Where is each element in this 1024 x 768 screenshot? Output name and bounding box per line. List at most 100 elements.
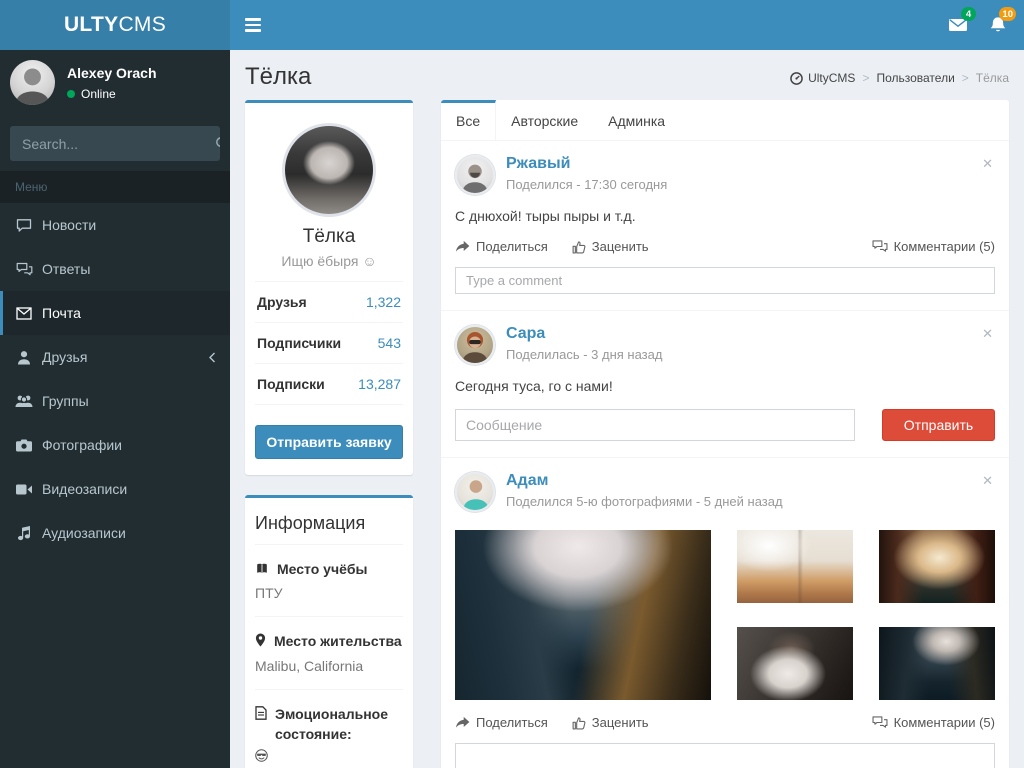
stats-label: Подписчики [257, 335, 341, 351]
video-camera-icon [15, 484, 33, 495]
send-button[interactable]: Отправить [882, 409, 995, 441]
thumbs-up-icon [572, 716, 586, 730]
sidebar-item-label: Почта [42, 305, 81, 321]
app-logo[interactable]: ULTYCMS [0, 0, 230, 50]
page-title: Тёлка [245, 65, 311, 89]
sidebar-search-form [10, 126, 220, 161]
breadcrumb-home[interactable]: UltyCMS [790, 71, 855, 85]
comment-input[interactable] [455, 743, 995, 768]
photo-thumbnail-street-dark[interactable] [879, 627, 995, 700]
info-label-text: Эмоциональное состояние: [275, 704, 403, 745]
profile-card: Тёлка Ищю ёбыря ☺ Друзья 1,322 Подписчик… [245, 100, 413, 475]
close-icon[interactable]: ✕ [980, 155, 995, 172]
tab-admin[interactable]: Админка [593, 100, 680, 140]
stats-label: Друзья [257, 294, 307, 310]
search-button[interactable] [215, 126, 220, 161]
tab-authored[interactable]: Авторские [496, 100, 593, 140]
photo-thumbnail-canal[interactable] [879, 530, 995, 603]
sidebar-user-panel: Alexey Orach Online [0, 50, 230, 116]
user-avatar-image [10, 60, 55, 105]
sidebar-item-audio[interactable]: Аудиозаписи [0, 511, 230, 555]
post-meta: Поделился 5-ю фотографиями - 5 дней наза… [506, 494, 783, 509]
post-author-avatar[interactable] [455, 325, 495, 365]
notifications-badge: 10 [999, 7, 1016, 21]
profile-stats: Друзья 1,322 Подписчики 543 Подписки 13,… [255, 281, 403, 405]
photo-grid [455, 530, 995, 700]
user-status[interactable]: Online [67, 87, 157, 101]
comments-action[interactable]: Комментарии (5) [872, 715, 995, 730]
post-header: Сара Поделилась - 3 дня назад ✕ [455, 325, 995, 365]
feed-column: Все Авторские Админка Ржавый Подели [441, 100, 1009, 768]
post-text: С днюхой! тыры пыры и т.д. [455, 208, 995, 224]
online-status-dot [67, 90, 75, 98]
main-header: ULTYCMS 4 10 [0, 0, 1024, 50]
info-value: ПТУ [255, 585, 403, 601]
like-label: Заценить [592, 715, 649, 730]
share-label: Поделиться [476, 715, 548, 730]
sidebar: Alexey Orach Online Меню Новости Ответы [0, 50, 230, 768]
sidebar-item-label: Ответы [42, 261, 90, 277]
sidebar-item-mail[interactable]: Почта [0, 291, 230, 335]
top-navbar: 4 10 [230, 0, 1024, 50]
message-row: Отправить [455, 409, 995, 441]
close-icon[interactable]: ✕ [980, 325, 995, 342]
photo-thumbnail-dining[interactable] [737, 530, 853, 603]
photo-thumbnail-street[interactable] [455, 530, 711, 700]
message-input[interactable] [455, 409, 855, 441]
tab-all[interactable]: Все [441, 100, 496, 140]
sidebar-toggle-button[interactable] [230, 0, 275, 50]
profile-name: Тёлка [255, 226, 403, 248]
sidebar-item-label: Новости [42, 217, 96, 233]
search-input[interactable] [10, 126, 215, 161]
send-request-button[interactable]: Отправить заявку [255, 425, 403, 459]
like-action[interactable]: Заценить [572, 239, 649, 254]
like-action[interactable]: Заценить [572, 715, 649, 730]
sidebar-item-label: Аудиозаписи [42, 525, 126, 541]
close-icon[interactable]: ✕ [980, 472, 995, 489]
sidebar-menu: Новости Ответы Почта Друзья Группы Ф [0, 203, 230, 555]
sidebar-item-friends[interactable]: Друзья [0, 335, 230, 379]
comment-input[interactable] [455, 267, 995, 294]
logo-light-text: CMS [118, 13, 166, 37]
like-label: Заценить [592, 239, 649, 254]
post-meta: Поделился - 17:30 сегодня [506, 177, 667, 192]
sidebar-item-groups[interactable]: Группы [0, 379, 230, 423]
online-status-label: Online [81, 87, 116, 101]
post-author-link[interactable]: Ржавый [506, 155, 667, 173]
photo-thumbnail-reading[interactable] [737, 627, 853, 700]
map-marker-icon [255, 632, 266, 652]
post-author-link[interactable]: Сара [506, 325, 662, 343]
comments-icon [872, 716, 888, 729]
app-window: ULTYCMS 4 10 Alex [0, 0, 1024, 768]
stats-value-link[interactable]: 543 [378, 335, 401, 351]
post-author-avatar[interactable] [455, 155, 495, 195]
share-action[interactable]: Поделиться [455, 239, 548, 254]
logo-bold-text: ULTY [64, 13, 118, 37]
comments-label: Комментарии (5) [894, 239, 995, 254]
stats-row-followers: Подписчики 543 [255, 322, 403, 363]
envelope-icon [15, 307, 33, 320]
breadcrumb-users[interactable]: Пользователи [876, 71, 954, 85]
info-card: Информация Место учёбы ПТУ Место жительс… [245, 495, 413, 768]
user-name: Alexey Orach [67, 65, 157, 81]
sidebar-item-photos[interactable]: Фотографии [0, 423, 230, 467]
stats-value-link[interactable]: 1,322 [366, 294, 401, 310]
sidebar-item-videos[interactable]: Видеозаписи [0, 467, 230, 511]
share-action[interactable]: Поделиться [455, 715, 548, 730]
stats-value-link[interactable]: 13,287 [358, 376, 401, 392]
comments-icon [15, 262, 33, 277]
post-author-link[interactable]: Адам [506, 472, 783, 490]
user-avatar [10, 60, 55, 105]
messages-button[interactable]: 4 [938, 0, 978, 50]
sidebar-item-label: Друзья [42, 349, 87, 365]
post-author-avatar[interactable] [455, 472, 495, 512]
info-item-education: Место учёбы ПТУ [255, 545, 403, 601]
breadcrumb: UltyCMS > Пользователи > Тёлка [790, 71, 1009, 85]
notifications-button[interactable]: 10 [978, 0, 1018, 50]
sidebar-item-answers[interactable]: Ответы [0, 247, 230, 291]
post-meta: Поделилась - 3 дня назад [506, 347, 662, 362]
feed-box: Все Авторские Админка Ржавый Подели [441, 100, 1009, 768]
feed-post: Сара Поделилась - 3 дня назад ✕ Сегодня … [441, 311, 1009, 458]
sidebar-item-news[interactable]: Новости [0, 203, 230, 247]
comments-action[interactable]: Комментарии (5) [872, 239, 995, 254]
